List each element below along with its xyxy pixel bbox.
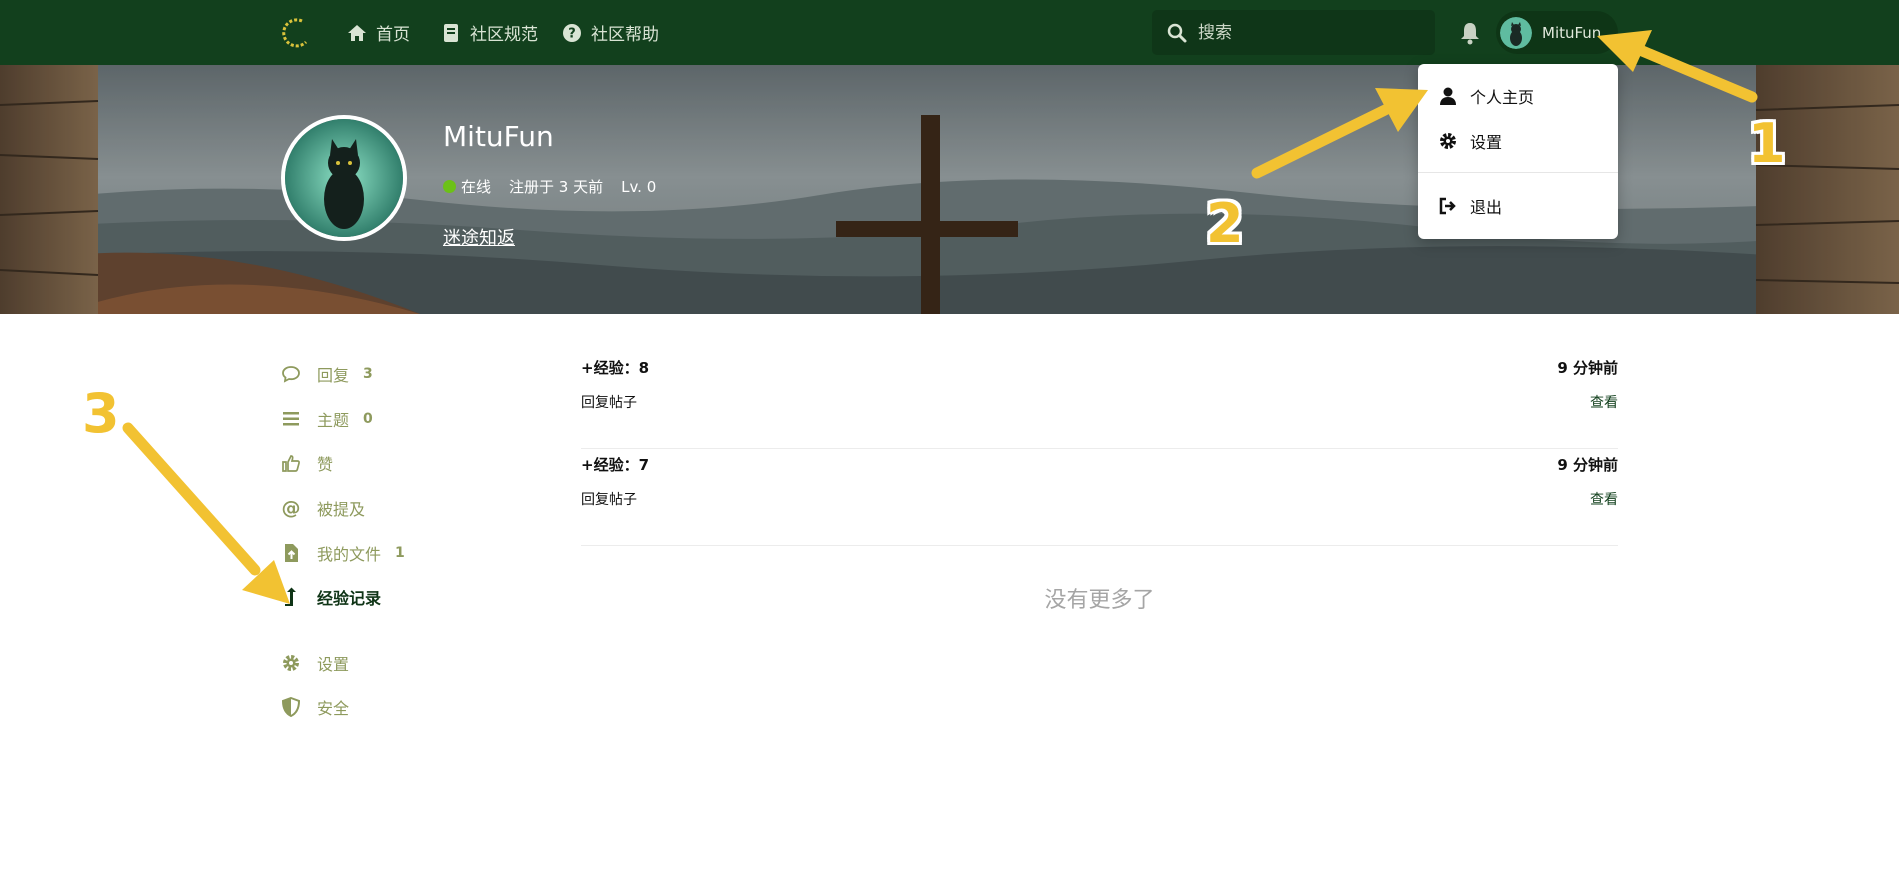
exp-amount: +经验：7 (581, 456, 650, 474)
nav-home-label: 首页 (376, 25, 410, 45)
dropdown-item-logout[interactable]: 退出 (1418, 186, 1618, 226)
profile-username: MituFun (443, 120, 554, 153)
exp-time: 9 分钟前 (1557, 359, 1618, 377)
shield-icon (281, 697, 301, 717)
sidebar-item-likes[interactable]: 赞 (281, 448, 333, 478)
site-logo-icon[interactable] (280, 17, 312, 49)
sidebar-item-label: 赞 (317, 455, 334, 474)
exp-record-row: +经验：7 9 分钟前 回复帖子 查看 (581, 448, 1618, 546)
bars-icon (283, 412, 299, 426)
cat-avatar-icon (285, 119, 403, 237)
dropdown-item-logout-label: 退出 (1470, 198, 1503, 217)
level-up-icon (285, 587, 296, 606)
exp-amount: +经验：8 (581, 359, 650, 377)
view-link[interactable]: 查看 (1590, 392, 1618, 412)
user-icon (1440, 87, 1456, 105)
exp-time: 9 分钟前 (1557, 456, 1618, 474)
annotation-number-2: 2 (1206, 192, 1244, 255)
sidebar-item-label: 我的文件 (317, 545, 382, 564)
dropdown-item-settings[interactable]: 设置 (1418, 121, 1618, 161)
thumbs-up-icon (282, 455, 300, 472)
annotation-number-1: 1 (1748, 112, 1786, 175)
avatar (1500, 16, 1532, 49)
exp-record-row: +经验：8 9 分钟前 回复帖子 查看 (581, 351, 1618, 449)
nav-home[interactable]: 首页 (346, 0, 410, 65)
dropdown-item-settings-label: 设置 (1470, 133, 1503, 152)
search-icon (1167, 23, 1187, 42)
home-icon (348, 24, 366, 41)
comment-icon (282, 366, 300, 383)
sidebar-item-topics[interactable]: 主题 0 (281, 404, 373, 434)
gear-icon (1440, 133, 1456, 149)
sidebar-item-mentions[interactable]: @ 被提及 (281, 493, 366, 523)
view-link[interactable]: 查看 (1590, 489, 1618, 509)
user-dropdown-menu: 个人主页 设置 退出 (1418, 64, 1618, 239)
sidebar-item-count: 0 (363, 411, 373, 427)
cat-avatar-icon (1500, 16, 1532, 49)
sidebar-item-label: 经验记录 (317, 589, 382, 608)
exp-description: 回复帖子 (581, 395, 637, 411)
at-icon: @ (282, 498, 301, 518)
sidebar-item-settings[interactable]: 设置 (281, 648, 349, 678)
book-icon (444, 23, 458, 42)
sidebar-item-count: 1 (395, 545, 405, 561)
file-upload-icon (285, 544, 298, 562)
online-status-text: 在线 (461, 178, 492, 196)
nav-community-rules[interactable]: 社区规范 (440, 0, 538, 65)
profile-meta: 在线 注册于 3 天前 Lv. 0 (443, 176, 656, 197)
user-level: Lv. 0 (621, 177, 657, 196)
nav-community-help[interactable]: ? 社区帮助 (561, 0, 659, 65)
dropdown-item-profile-label: 个人主页 (1470, 88, 1535, 107)
sidebar-item-label: 主题 (317, 411, 350, 430)
search-input[interactable] (1196, 21, 1420, 44)
sidebar-item-replies[interactable]: 回复 3 (281, 359, 373, 389)
sign-out-icon (1439, 197, 1456, 215)
registered-time: 注册于 3 天前 (509, 178, 604, 196)
sidebar-item-security[interactable]: 安全 (281, 692, 349, 722)
sidebar-item-my-files[interactable]: 我的文件 1 (281, 538, 405, 568)
profile-bio[interactable]: 迷途知返 (443, 224, 515, 250)
sidebar-item-count: 3 (363, 366, 373, 382)
search-box[interactable] (1152, 10, 1435, 55)
sidebar-item-label: 安全 (317, 699, 350, 718)
sidebar-item-label: 设置 (317, 655, 350, 674)
profile-avatar[interactable] (281, 115, 407, 241)
svg-text:@: @ (282, 498, 301, 518)
sidebar-item-exp-log[interactable]: 经验记录 (281, 582, 381, 612)
sidebar-item-label: 回复 (317, 366, 350, 385)
sidebar-item-label: 被提及 (317, 500, 366, 519)
user-menu-button[interactable]: MituFun (1496, 11, 1618, 54)
notification-bell-icon[interactable] (1459, 21, 1481, 45)
no-more-text: 没有更多了 (1044, 588, 1155, 613)
question-circle-icon: ? (563, 23, 581, 42)
gear-icon (283, 655, 299, 671)
dropdown-divider (1418, 172, 1618, 173)
online-status-dot (443, 180, 456, 193)
nav-rules-label: 社区规范 (470, 25, 538, 45)
top-navigation-bar: 首页 社区规范 ? 社区帮助 搜索 MituFun (0, 0, 1899, 65)
nav-help-label: 社区帮助 (591, 25, 659, 45)
dropdown-item-profile[interactable]: 个人主页 (1418, 76, 1618, 116)
svg-text:?: ? (568, 26, 576, 41)
user-menu-username: MituFun (1542, 23, 1602, 42)
annotation-number-3: 3 (82, 382, 120, 445)
exp-description: 回复帖子 (581, 492, 637, 508)
